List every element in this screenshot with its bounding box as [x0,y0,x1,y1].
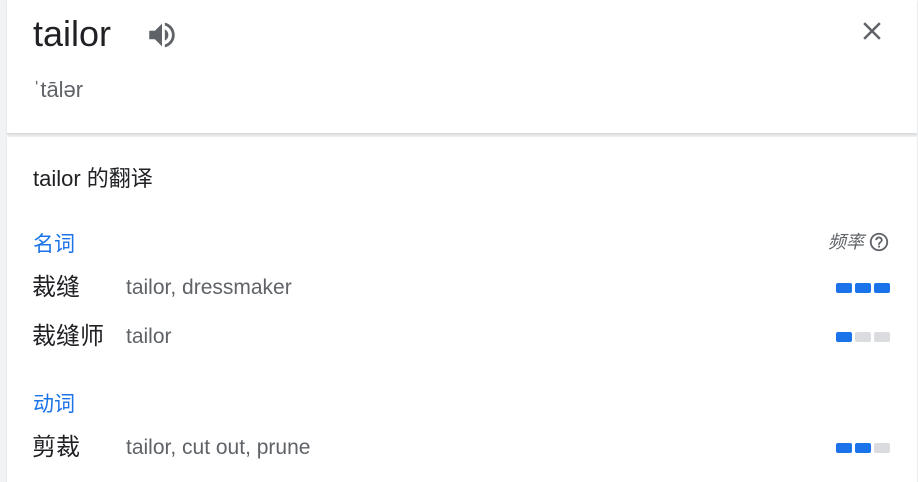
frequency-segment [836,283,852,293]
help-circle-icon[interactable] [868,231,890,253]
frequency-segment [874,283,890,293]
frequency-segment [836,443,852,453]
translations-card: tailor 的翻译 频率 名词 裁缝 tailor, dressmaker 裁… [7,137,917,482]
translation-en: tailor, dressmaker [126,276,292,299]
frequency-segment [836,332,852,342]
frequency-meter [836,443,890,453]
speaker-icon[interactable] [145,18,179,52]
frequency-segment [855,443,871,453]
translation-zh: 裁缝 [32,274,80,301]
translation-en: tailor [126,325,172,348]
dictionary-panel: tailor ˈtālər tailor 的翻译 频率 名词 裁缝 tailor… [0,0,918,482]
translation-zh: 裁缝师 [32,323,104,350]
close-icon[interactable] [857,16,887,46]
frequency-meter [836,332,890,342]
translation-en: tailor, cut out, prune [126,436,311,459]
translations-title: tailor 的翻译 [33,166,153,191]
pos-verb-label: 动词 [33,393,75,416]
translation-row[interactable]: 裁缝 tailor, dressmaker [7,271,917,305]
phonetic-transcription: ˈtālər [33,77,84,102]
headword: tailor [33,13,112,54]
frequency-meter [836,283,890,293]
word-header-card: tailor ˈtālər [7,0,917,134]
translation-row[interactable]: 裁缝师 tailor [7,320,917,354]
frequency-segment [874,332,890,342]
pos-noun-label: 名词 [33,233,75,256]
translation-zh: 剪裁 [32,434,80,461]
frequency-segment [855,283,871,293]
frequency-segment [874,443,890,453]
translation-row[interactable]: 剪裁 tailor, cut out, prune [7,431,917,465]
frequency-label: 频率 [828,232,864,252]
frequency-segment [855,332,871,342]
